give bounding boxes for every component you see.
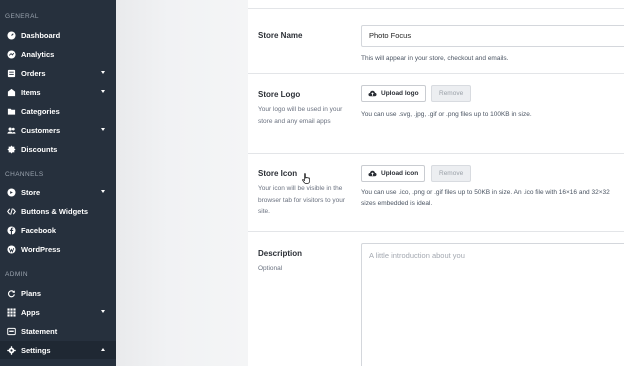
remove-icon-label: Remove [439, 170, 464, 177]
refresh-icon [6, 288, 16, 298]
store-icon-help: You can use .ico, .png or .gif files up … [361, 189, 610, 207]
statement-icon [6, 326, 16, 336]
description-optional-label: Optional [258, 265, 283, 272]
cloud-upload-icon [368, 90, 377, 97]
sidebar-item-label: WordPress [21, 244, 61, 254]
section-title-general: GENERAL [5, 13, 39, 20]
remove-logo-button[interactable]: Remove [431, 85, 472, 102]
sidebar-item-settings[interactable]: Settings [0, 341, 116, 359]
sidebar-item-items[interactable]: Items [0, 83, 116, 101]
users-icon [6, 125, 16, 135]
sidebar-item-store[interactable]: Store [0, 183, 116, 201]
sidebar-item-label: Buttons & Widgets [21, 206, 89, 216]
sidebar-item-label: Analytics [21, 49, 55, 59]
sidebar-item-wordpress[interactable]: WordPress [0, 240, 116, 258]
sidebar-item-plans[interactable]: Plans [0, 284, 116, 302]
section-title-channels: CHANNELS [5, 171, 44, 178]
sidebar-item-dashboard[interactable]: Dashboard [0, 26, 116, 44]
store-icon-description: Your icon will be visible in the browser… [258, 185, 346, 215]
sidebar-item-analytics[interactable]: Analytics [0, 45, 116, 63]
divider [248, 73, 624, 74]
chevron-down-icon [101, 190, 105, 193]
sidebar-item-apps[interactable]: Apps [0, 303, 116, 321]
store-logo-description: Your logo will be used in your store and… [258, 106, 343, 125]
sidebar-item-label: Plans [21, 288, 42, 298]
sidebar-item-label: Apps [21, 307, 40, 317]
chevron-down-icon [101, 71, 105, 74]
divider [248, 153, 624, 154]
folder-icon [6, 106, 16, 116]
divider [248, 8, 624, 9]
sidebar-item-orders[interactable]: Orders [0, 64, 116, 82]
orders-icon [6, 68, 16, 78]
discount-icon [6, 144, 16, 154]
hand-cursor-icon [302, 173, 310, 184]
items-icon [6, 87, 16, 97]
section-title-admin: ADMIN [5, 271, 28, 278]
description-label: Description [258, 249, 303, 258]
sidebar-item-buttons-widgets[interactable]: Buttons & Widgets [0, 202, 116, 220]
analytics-icon [6, 49, 16, 59]
divider [248, 231, 624, 232]
remove-icon-button[interactable]: Remove [431, 165, 472, 182]
sidebar-item-label: Customers [21, 125, 61, 135]
content-gutter [116, 0, 248, 366]
store-icon-label: Store Icon [258, 169, 298, 178]
store-name-input[interactable]: Photo Focus [361, 25, 624, 47]
apps-grid-icon [6, 307, 16, 317]
upload-logo-label: Upload logo [381, 90, 419, 97]
gear-icon [6, 345, 16, 355]
sidebar-item-customers[interactable]: Customers [0, 121, 116, 139]
sidebar-item-label: Items [21, 87, 41, 97]
sidebar-item-label: Settings [21, 345, 51, 355]
wordpress-icon [6, 244, 16, 254]
sidebar: GENERAL Dashboard Analytics Orders Items… [0, 0, 116, 366]
store-name-help: This will appear in your store, checkout… [361, 55, 509, 62]
store-logo-help: You can use .svg, .jpg, .gif or .png fil… [361, 111, 532, 118]
chevron-down-icon [101, 90, 105, 93]
store-name-label: Store Name [258, 31, 303, 40]
sidebar-item-categories[interactable]: Categories [0, 102, 116, 120]
cloud-upload-icon [368, 170, 377, 177]
upload-icon-label: Upload icon [381, 170, 419, 177]
upload-icon-button[interactable]: Upload icon [361, 165, 426, 182]
sidebar-item-facebook[interactable]: Facebook [0, 221, 116, 239]
store-icon [6, 187, 16, 197]
sidebar-item-label: Store [21, 187, 41, 197]
facebook-icon [6, 225, 16, 235]
chevron-down-icon [101, 128, 105, 131]
sidebar-item-label: Discounts [21, 144, 58, 154]
sidebar-item-statement[interactable]: Statement [0, 322, 116, 340]
sidebar-item-label: Statement [21, 326, 58, 336]
code-icon [6, 206, 16, 216]
dashboard-icon [6, 30, 16, 40]
upload-logo-button[interactable]: Upload logo [361, 85, 426, 102]
sidebar-item-label: Dashboard [21, 30, 61, 40]
store-logo-label: Store Logo [258, 90, 301, 99]
sidebar-item-label: Categories [21, 106, 60, 116]
chevron-down-icon [101, 310, 105, 313]
chevron-up-icon [101, 348, 105, 351]
sidebar-item-label: Orders [21, 68, 46, 78]
sidebar-item-label: Facebook [21, 225, 57, 235]
sidebar-item-discounts[interactable]: Discounts [0, 140, 116, 158]
remove-logo-label: Remove [439, 90, 464, 97]
description-textarea[interactable]: A little introduction about you [361, 243, 624, 366]
